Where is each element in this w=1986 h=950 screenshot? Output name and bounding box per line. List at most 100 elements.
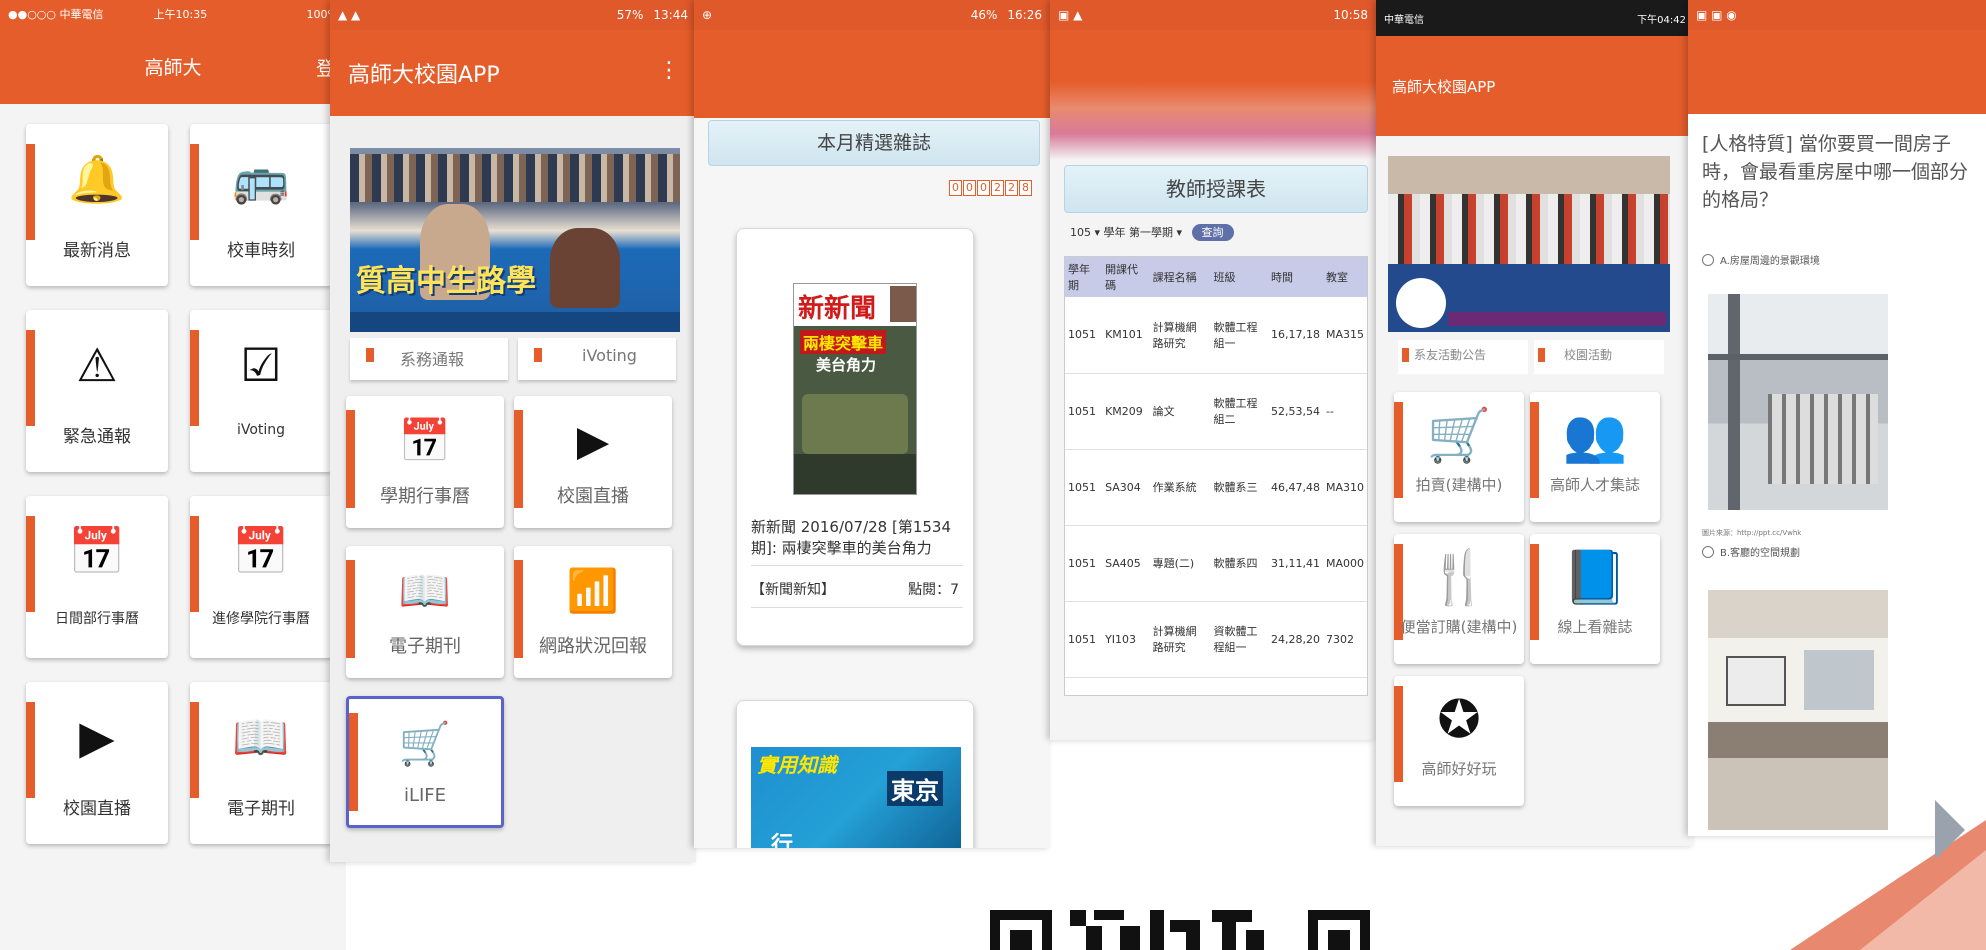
schedule-table: 學年期 開課代碼 課程名稱 班級 時間 教室 1051 KM101 計算機網路研究 軟體工程組一… bbox=[1065, 257, 1367, 678]
table-row[interactable]: 1051 KM101 計算機網路研究 軟體工程組一 16,17,18 MA315 bbox=[1065, 297, 1367, 373]
cell-code: YI103 bbox=[1105, 632, 1137, 646]
app-title: 高師大 bbox=[144, 56, 202, 79]
clock-text: 16:26 bbox=[1007, 8, 1042, 22]
book-icon: 📘 bbox=[1562, 548, 1628, 608]
column-header: 學年期 bbox=[1068, 263, 1090, 292]
tile-people[interactable]: 👥 高師人才集誌 bbox=[1530, 392, 1660, 522]
people-icon: 👥 bbox=[1562, 406, 1628, 466]
status-bar: ▣ ▣ ◉ bbox=[1688, 0, 1986, 30]
tile-label: 校園直播 bbox=[557, 486, 629, 507]
cell-term: 1051 bbox=[1068, 556, 1096, 570]
cell-term: 1051 bbox=[1068, 404, 1096, 418]
tile-star-badge[interactable]: ✪ 高師好好玩 bbox=[1394, 676, 1524, 806]
carrier-text: ●●○○○ 中華電信 bbox=[8, 8, 104, 21]
header-panel: 本月精選雜誌 bbox=[708, 120, 1040, 166]
tile-wifi-signal[interactable]: 📶 網路狀況回報 bbox=[514, 546, 672, 678]
photo-source: 圖片來源：http://ppt.cc/Vwhk bbox=[1702, 529, 1802, 537]
banner-image bbox=[1050, 30, 1376, 160]
warning-icon: ▲ ▲ bbox=[338, 8, 361, 22]
column-header: 時間 bbox=[1270, 271, 1293, 284]
battery-text: 57% bbox=[616, 8, 644, 22]
option-b[interactable]: B.客廳的空間規劃 bbox=[1702, 544, 1800, 559]
carrier-text: 中華電信 bbox=[1384, 14, 1424, 26]
tile-calendar[interactable]: 📅 日間部行事曆 bbox=[26, 496, 168, 658]
cell-class: 軟體工程組二 bbox=[1213, 397, 1258, 426]
magazine-cover[interactable]: 新新聞 兩棲突擊車 美台角力 bbox=[793, 283, 917, 495]
tile-calendar[interactable]: 📅 進修學院行事曆 bbox=[190, 496, 332, 658]
counter-digit: 0 bbox=[977, 180, 990, 196]
calendar-icon: 📅 bbox=[398, 416, 452, 465]
table-row[interactable]: 1051 SA304 作業系統 軟體系三 46,47,48 MA310 bbox=[1065, 449, 1367, 525]
banner-image: 質高中生路學 bbox=[350, 148, 680, 332]
cell-name: 專題(二) bbox=[1152, 557, 1195, 570]
status-bar: ▲ ▲ 57% 13:44 bbox=[330, 0, 696, 30]
cell-time: 52,53,54 bbox=[1270, 404, 1320, 418]
schedule-table-wrap: 學年期 開課代碼 課程名稱 班級 時間 教室 1051 KM101 計算機網路研究 軟體工程組一… bbox=[1064, 256, 1368, 696]
more-vert-icon[interactable]: ⋮ bbox=[658, 58, 680, 83]
warning-icon: ⚠ bbox=[76, 338, 118, 392]
magazine-cover[interactable]: 實用知識 東京 行 bbox=[751, 747, 961, 848]
cell-code: KM209 bbox=[1105, 404, 1143, 418]
radio-icon[interactable] bbox=[1702, 253, 1714, 266]
status-bar: ▣ ▲ 10:58 bbox=[1050, 0, 1376, 30]
cell-term: 1051 bbox=[1068, 480, 1096, 494]
cut-tile-left: 系友活動公告 bbox=[1398, 340, 1528, 374]
app-title: 高師大校園APP bbox=[1392, 77, 1496, 96]
screen-phone-6: ▣ ▣ ◉ [人格特質] 當你要買一間房子時，會最看重房屋中哪一個部分的格局？ … bbox=[1688, 0, 1986, 836]
tile-reading-book[interactable]: 📖 電子期刊 bbox=[190, 682, 332, 844]
video-library-icon: ▶ bbox=[79, 710, 115, 764]
clock-text: 13:44 bbox=[653, 8, 688, 22]
status-bar: 中華電信 下午04:42 bbox=[1376, 0, 1694, 36]
tile-label: 緊急通報 bbox=[63, 427, 131, 447]
bell-icon: 🔔 bbox=[68, 152, 126, 206]
cell-name: 計算機網路研究 bbox=[1152, 320, 1197, 350]
magazine-category: 【新聞新知】 bbox=[751, 582, 835, 598]
query-button[interactable]: 查詢 bbox=[1191, 224, 1234, 241]
magazine-card[interactable]: 新新聞 兩棲突擊車 美台角力 新新聞 2016/07/28 [第1534期]: … bbox=[736, 228, 974, 646]
tile-bus[interactable]: 🚌 校車時刻 bbox=[190, 124, 332, 286]
table-row[interactable]: 1051 KM209 論文 軟體工程組二 52,53,54 -- bbox=[1065, 373, 1367, 449]
tile-check-box[interactable]: ☑ iVoting bbox=[190, 310, 332, 472]
qr-code bbox=[990, 910, 1370, 950]
clock-text: 下午04:42 bbox=[1637, 14, 1686, 26]
option-a[interactable]: A.房屋周邊的景觀環境 bbox=[1702, 252, 1820, 267]
cell-time: 24,28,20 bbox=[1270, 632, 1320, 646]
tile-book[interactable]: 📘 線上看雜誌 bbox=[1530, 534, 1660, 664]
radio-icon[interactable] bbox=[1702, 545, 1714, 558]
term-filter[interactable]: 105 ▾ 學年 第一學期 ▾ 查詢 bbox=[1070, 224, 1234, 241]
cell-term: 1051 bbox=[1068, 632, 1096, 646]
tile-label: 便當訂購(建構中) bbox=[1400, 618, 1518, 636]
tile-video-library[interactable]: ▶ 校園直播 bbox=[26, 682, 168, 844]
tile-calendar[interactable]: 📅 學期行事曆 bbox=[346, 396, 504, 528]
screen-phone-3: ⊕ 46% 16:26 本月精選雜誌 000228 新新聞 兩棲突擊車 美台角力… bbox=[694, 0, 1050, 848]
column-header: 教室 bbox=[1325, 271, 1348, 284]
tile-cart[interactable]: 🛒 拍賣(建構中) bbox=[1394, 392, 1524, 522]
tile-warning[interactable]: ⚠ 緊急通報 bbox=[26, 310, 168, 472]
cell-time: 46,47,48 bbox=[1270, 480, 1320, 494]
tile-bell[interactable]: 🔔 最新消息 bbox=[26, 124, 168, 286]
tile-reading-book[interactable]: 📖 電子期刊 bbox=[346, 546, 504, 678]
column-header: 課程名稱 bbox=[1152, 271, 1197, 284]
tile-label: 校園直播 bbox=[63, 799, 131, 819]
table-row[interactable]: 1051 SA405 專題(二) 軟體系四 31,11,41 MA000 bbox=[1065, 525, 1367, 601]
app-bar: 高師大 登入 bbox=[0, 28, 346, 104]
cell-name: 作業系統 bbox=[1152, 481, 1197, 494]
app-title: 高師大校園APP bbox=[348, 63, 500, 88]
screen-phone-5: 中華電信 下午04:42 高師大校園APP 系友活動公告 校園活動 🛒 拍賣(建構… bbox=[1376, 0, 1694, 846]
cell-class: 軟體系三 bbox=[1213, 481, 1258, 494]
magazine-card[interactable]: 實用知識 東京 行 bbox=[736, 700, 974, 848]
tile-cart[interactable]: 🛒 iLIFE bbox=[346, 696, 504, 828]
cell-class: 軟體系四 bbox=[1213, 557, 1258, 570]
tile-video-library[interactable]: ▶ 校園直播 bbox=[514, 396, 672, 528]
column-header: 開課代碼 bbox=[1105, 263, 1139, 292]
article-title: [人格特質] 當你要買一間房子時，會最看重房屋中哪一個部分的格局？ bbox=[1702, 133, 1969, 211]
term-select[interactable]: 105 ▾ 學年 第一學期 ▾ bbox=[1070, 226, 1182, 239]
magazine-title[interactable]: 新新聞 2016/07/28 [第1534期]: 兩棲突擊車的美台角力 bbox=[751, 517, 967, 559]
cover-text: 東京 bbox=[887, 771, 943, 806]
tile-fork-knife[interactable]: 🍴 便當訂購(建構中) bbox=[1394, 534, 1524, 664]
tile-label: 學期行事曆 bbox=[380, 486, 470, 507]
notification-icon: ▣ ▣ ◉ bbox=[1696, 8, 1737, 22]
table-row[interactable]: 1051 YI103 計算機網路研究 資軟體工程組一 24,28,20 7302 bbox=[1065, 601, 1367, 677]
fork-knife-icon: 🍴 bbox=[1426, 548, 1492, 608]
cell-term: 1051 bbox=[1068, 328, 1096, 342]
